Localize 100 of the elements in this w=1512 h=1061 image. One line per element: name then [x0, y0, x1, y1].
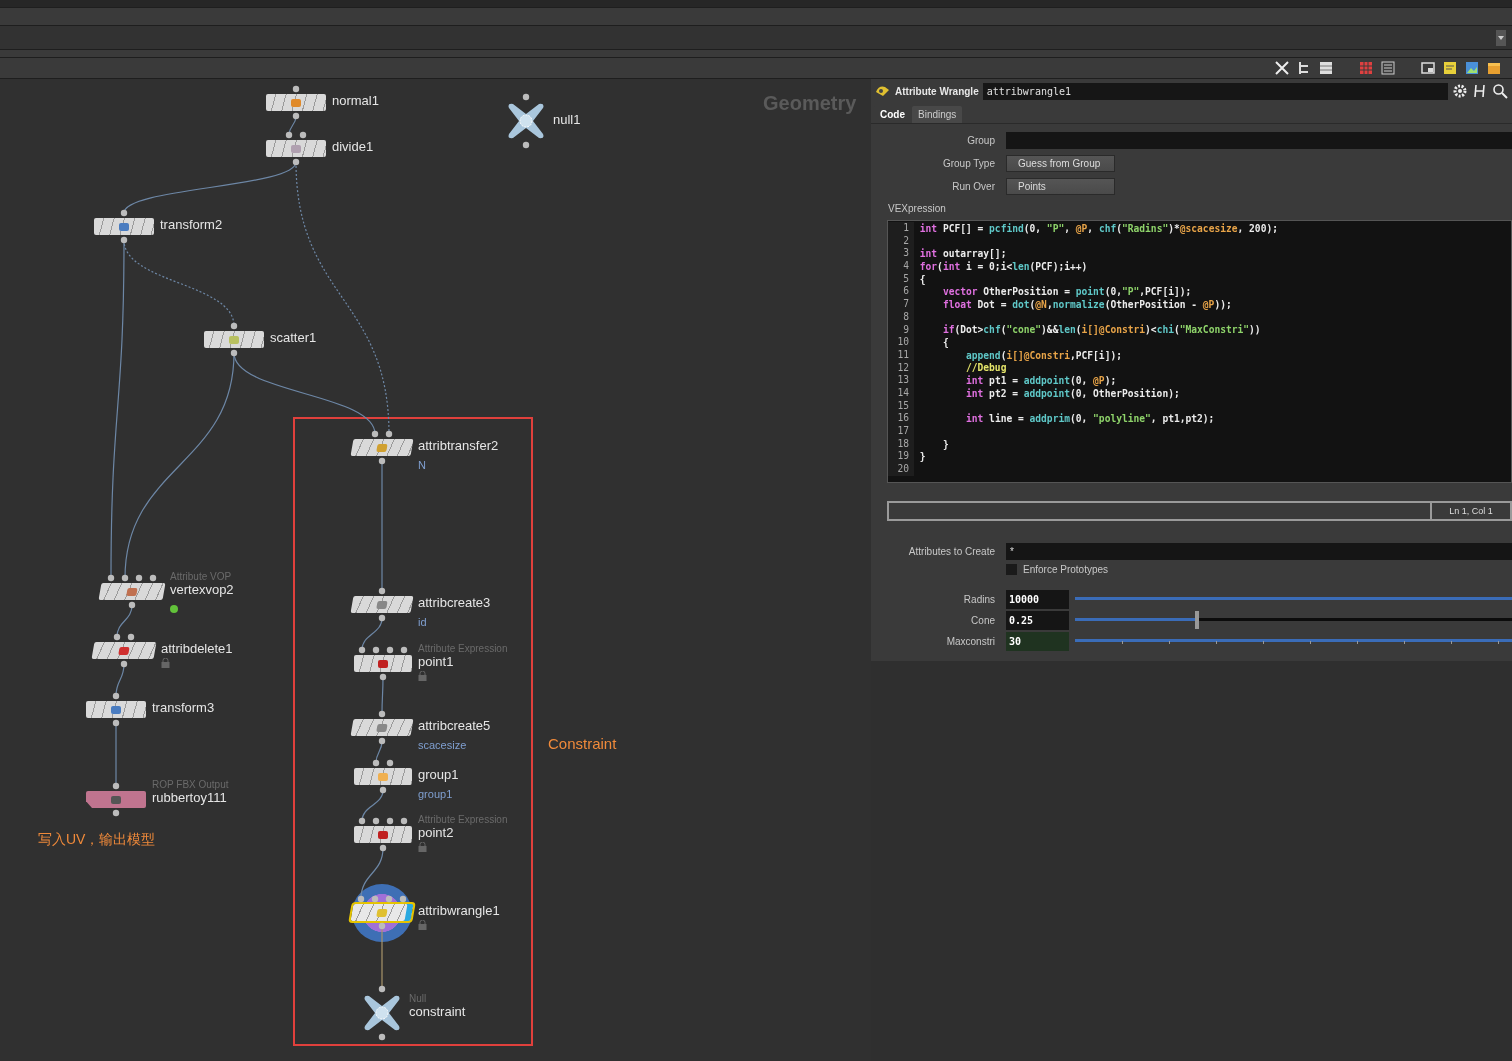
connector-dot[interactable]	[379, 786, 387, 794]
connector-dot[interactable]	[371, 430, 379, 438]
connector-dot[interactable]	[230, 349, 238, 357]
code-editor[interactable]	[887, 220, 1512, 483]
connector-dot[interactable]	[379, 673, 387, 681]
node-tile[interactable]	[354, 826, 412, 843]
node-name[interactable]: divide1	[332, 139, 374, 155]
connector-dot[interactable]	[522, 93, 530, 101]
gear-icon[interactable]	[1452, 83, 1468, 99]
parameter-tab[interactable]: Bindings	[912, 106, 963, 123]
number-field[interactable]: 0.25	[1006, 610, 1069, 630]
connector-dot[interactable]	[127, 633, 135, 641]
node-tile[interactable]	[354, 768, 412, 785]
connector-dot[interactable]	[149, 574, 157, 582]
node-tile[interactable]	[266, 140, 326, 157]
connector-dot[interactable]	[112, 719, 120, 727]
connector-dot[interactable]	[358, 646, 366, 654]
list-icon[interactable]	[1318, 60, 1334, 76]
connector-dot[interactable]	[378, 922, 386, 930]
slider-handle[interactable]	[1195, 611, 1200, 630]
connector-dot[interactable]	[135, 574, 143, 582]
node-name[interactable]: transform3	[152, 700, 215, 716]
connector-dot[interactable]	[292, 112, 300, 120]
connector-dot[interactable]	[358, 817, 366, 825]
connector-dot[interactable]	[107, 574, 115, 582]
connector-dot[interactable]	[378, 1033, 386, 1041]
details-icon[interactable]	[1380, 60, 1396, 76]
node-tile[interactable]	[98, 583, 166, 600]
attributes-field[interactable]: *	[1006, 542, 1512, 560]
connector-dot[interactable]	[385, 430, 393, 438]
connector-dot[interactable]	[292, 158, 300, 166]
connector-dot[interactable]	[385, 895, 393, 903]
connector-dot[interactable]	[378, 737, 386, 745]
connector-dot[interactable]	[112, 782, 120, 790]
connector-dot[interactable]	[400, 817, 408, 825]
node-name[interactable]: point2	[418, 825, 508, 841]
connector-dot[interactable]	[378, 614, 386, 622]
node-tile[interactable]	[350, 904, 414, 921]
node-tile[interactable]	[91, 642, 157, 659]
connector-dot[interactable]	[378, 587, 386, 595]
image-icon[interactable]	[1464, 60, 1480, 76]
node-name[interactable]: attribcreate5	[418, 718, 491, 734]
node-name[interactable]: rubbertoy111	[152, 790, 229, 806]
number-field[interactable]: 30	[1006, 631, 1069, 651]
connector-dot[interactable]	[230, 322, 238, 330]
node-name[interactable]: null1	[553, 112, 581, 128]
note-icon[interactable]	[1442, 60, 1458, 76]
connector-dot[interactable]	[386, 646, 394, 654]
connector-dot[interactable]	[522, 141, 530, 149]
connector-dot[interactable]	[371, 895, 379, 903]
checkbox[interactable]	[1006, 564, 1017, 576]
node-tile[interactable]	[94, 218, 154, 235]
node-name[interactable]: attribdelete1	[161, 641, 233, 657]
connector-dot[interactable]	[372, 759, 380, 767]
node-name[interactable]: scatter1	[270, 330, 317, 346]
connector-dot[interactable]	[120, 660, 128, 668]
number-field[interactable]: 10000	[1006, 589, 1069, 609]
search-icon[interactable]	[1492, 83, 1508, 99]
connector-dot[interactable]	[120, 209, 128, 217]
connector-dot[interactable]	[372, 646, 380, 654]
network-box[interactable]	[293, 417, 533, 1046]
connector-dot[interactable]	[120, 236, 128, 244]
node-tile[interactable]	[350, 439, 414, 456]
connector-dot[interactable]	[379, 844, 387, 852]
connector-dot[interactable]	[386, 759, 394, 767]
connector-dot[interactable]	[357, 895, 365, 903]
connector-dot[interactable]	[292, 85, 300, 93]
node-name[interactable]: attribwrangle1	[418, 903, 500, 919]
group-field[interactable]	[1006, 132, 1512, 149]
node-name[interactable]: constraint	[409, 1004, 466, 1020]
tools-icon[interactable]	[1274, 60, 1290, 76]
node-tile[interactable]	[350, 596, 414, 613]
box-icon[interactable]	[1486, 60, 1502, 76]
node-tile[interactable]	[86, 791, 146, 808]
node-tile[interactable]	[204, 331, 264, 348]
connector-dot[interactable]	[400, 646, 408, 654]
connector-dot[interactable]	[113, 633, 121, 641]
connector-dot[interactable]	[399, 895, 407, 903]
grid-icon[interactable]	[1358, 60, 1374, 76]
connector-dot[interactable]	[372, 817, 380, 825]
node-tile[interactable]	[350, 719, 414, 736]
connector-dot[interactable]	[121, 574, 129, 582]
dropdown-menu[interactable]: Points	[1006, 178, 1115, 195]
node-name[interactable]: point1	[418, 654, 508, 670]
connector-dot[interactable]	[285, 131, 293, 139]
help-icon[interactable]	[1472, 83, 1488, 99]
connector-dot[interactable]	[112, 809, 120, 817]
connector-dot[interactable]	[378, 985, 386, 993]
connector-dot[interactable]	[128, 601, 136, 609]
connector-dot[interactable]	[386, 817, 394, 825]
node-name[interactable]: group1	[418, 767, 459, 783]
node-name[interactable]: normal1	[332, 93, 379, 109]
node-tile[interactable]	[354, 655, 412, 672]
node-name-field[interactable]: attribwrangle1	[982, 82, 1448, 100]
node-name[interactable]: attribcreate3	[418, 595, 491, 611]
node-name[interactable]: transform2	[160, 217, 223, 233]
node-tile[interactable]	[266, 94, 326, 111]
node-tile[interactable]	[86, 701, 146, 718]
connector-dot[interactable]	[378, 457, 386, 465]
connector-dot[interactable]	[112, 692, 120, 700]
